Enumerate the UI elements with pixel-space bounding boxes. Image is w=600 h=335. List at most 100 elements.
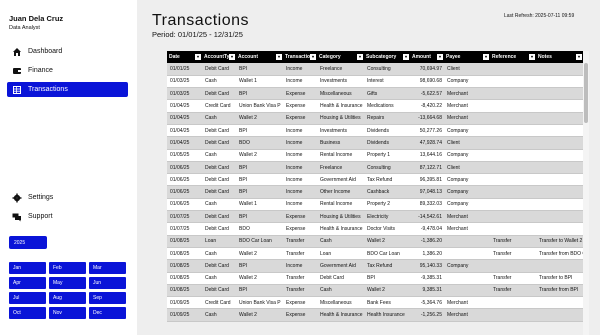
month-button-oct[interactable]: Oct [9,307,46,319]
table-cell [490,210,536,224]
month-button-aug[interactable]: Aug [49,292,86,304]
table-cell: Property 2 [364,198,410,212]
month-button-apr[interactable]: Apr [9,277,46,289]
table-row[interactable]: 01/04/25 Credit Card Union Bank Visa P Expe… [167,99,583,113]
table-cell: 01/06/25 [167,173,202,187]
table-row[interactable]: 01/04/25 Cash Wallet 2 Expense Housing & Uti… [167,112,583,125]
month-button-jan[interactable]: Jan [9,262,46,274]
app-window: Juan Dela Cruz Data Analyst Dashboard Fi… [0,0,600,335]
nav-item-dashboard[interactable]: Dashboard [7,44,128,59]
chat-icon [12,212,22,222]
table-cell: Expense [283,112,317,125]
filter-dropdown-icon[interactable]: ▾ [310,54,316,60]
column-header[interactable]: Amount ▾ [410,51,444,63]
month-button-mar[interactable]: Mar [89,262,126,274]
sidebar: Juan Dela Cruz Data Analyst Dashboard Fi… [0,0,137,335]
table-scrollbar[interactable] [583,51,589,335]
table-cell [490,99,536,113]
month-button-dec[interactable]: Dec [89,307,126,319]
table-cell: Merchant [444,99,490,113]
year-selector[interactable]: 2025 [9,236,47,249]
table-cell: Merchant [444,308,490,322]
table-cell: Debit Card [202,185,236,199]
table-row[interactable]: 01/09/25 Cash Wallet 2 Expense Health & Insu… [167,308,583,322]
table-body: 01/01/25 Debit Card BPI Income Freelance Cons… [167,63,583,322]
table-cell: 47,928.74 [410,136,444,150]
table-cell: Investments [317,124,364,138]
month-button-may[interactable]: May [49,277,86,289]
table-cell: 01/07/25 [167,222,202,236]
column-header[interactable]: Transaction ▾ [283,51,317,63]
month-button-jul[interactable]: Jul [9,292,46,304]
nav-item-finance[interactable]: Finance [7,63,128,78]
nav-item-transactions[interactable]: Transactions [7,82,128,97]
filter-dropdown-icon[interactable]: ▾ [276,54,282,60]
column-header[interactable]: Account ▾ [236,51,283,63]
table-row[interactable]: 01/03/25 Cash Wallet 1 Income Investments Int… [167,75,583,89]
table-row[interactable]: 01/06/25 Debit Card BPI Income Government Ai… [167,173,583,187]
table-cell [490,259,536,273]
table-cell: Wallet 1 [236,198,283,212]
table-row[interactable]: 01/08/25 Loan BDO Car Loan Transfer Cash Wall… [167,235,583,248]
table-cell [536,259,583,273]
filter-dropdown-icon[interactable]: ▾ [195,54,201,60]
table-row[interactable]: 01/03/25 Debit Card BPI Expense Miscellaneou… [167,87,583,101]
scrollbar-thumb[interactable] [584,63,588,123]
month-button-jun[interactable]: Jun [89,277,126,289]
table-cell: Health & Insurance [317,222,364,236]
table-row[interactable]: 01/09/25 Credit Card Union Bank Visa P Expe… [167,296,583,310]
table-cell: Cash [202,198,236,212]
column-header-label: Transaction [285,54,314,60]
table-cell: Transfer from BDO Car Loan [536,247,583,261]
column-header[interactable]: Subcategory ▾ [364,51,410,63]
table-cell: 9,385.31 [410,284,444,298]
column-header[interactable]: Category ▾ [317,51,364,63]
home-icon [12,47,22,57]
table-cell: Property 1 [364,149,410,162]
nav-item-settings[interactable]: Settings [7,190,128,205]
column-header[interactable]: Payee ▾ [444,51,490,63]
table-row[interactable]: 01/04/25 Debit Card BPI Income Investments Di… [167,124,583,138]
table-row[interactable]: 01/07/25 Debit Card BPI Expense Housing & Ut… [167,210,583,224]
filter-dropdown-icon[interactable]: ▾ [403,54,409,60]
table-cell: Loan [317,247,364,261]
table-cell: Merchant [444,222,490,236]
nav-label-transactions: Transactions [28,86,68,93]
month-button-feb[interactable]: Feb [49,262,86,274]
column-header[interactable]: Date ▾ [167,51,202,63]
table-row[interactable]: 01/06/25 Cash Wallet 1 Income Rental Income P… [167,198,583,212]
table-cell: Company [444,198,490,212]
table-cell: Income [283,259,317,273]
column-header[interactable]: Reference ▾ [490,51,536,63]
table-cell: Debit Card [202,284,236,298]
filter-dropdown-icon[interactable]: ▾ [483,54,489,60]
month-button-nov[interactable]: Nov [49,307,86,319]
table-row[interactable]: 01/05/25 Cash Wallet 2 Income Rental Income P… [167,149,583,162]
column-header[interactable]: Notes ▾ [536,51,583,63]
table-cell: Transfer [283,235,317,248]
filter-dropdown-icon[interactable]: ▾ [437,54,443,60]
filter-dropdown-icon[interactable]: ▾ [576,54,582,60]
table-cell: BDO [236,136,283,150]
filter-dropdown-icon[interactable]: ▾ [229,54,235,60]
table-row[interactable]: 01/08/25 Cash Wallet 2 Transfer Loan BDO Car … [167,247,583,261]
table-row[interactable]: 01/06/25 Debit Card BPI Income Other Income C… [167,185,583,199]
filter-dropdown-icon[interactable]: ▾ [357,54,363,60]
table-cell: Company [444,173,490,187]
table-cell [490,149,536,162]
nav-item-support[interactable]: Support [7,209,128,224]
filter-dropdown-icon[interactable]: ▾ [529,54,535,60]
table-cell [490,63,536,76]
table-cell: Client [444,161,490,175]
table-row[interactable]: 01/08/25 Debit Card BPI Income Government Ai… [167,259,583,273]
table-row[interactable]: 01/06/25 Debit Card BPI Income Freelance Cons… [167,161,583,175]
table-cell: 13,644.16 [410,149,444,162]
table-row[interactable]: 01/04/25 Debit Card BDO Income Business Divid… [167,136,583,150]
month-button-sep[interactable]: Sep [89,292,126,304]
table-cell: 01/04/25 [167,136,202,150]
column-header[interactable]: AccountType ▾ [202,51,236,63]
table-row[interactable]: 01/08/25 Cash Wallet 2 Transfer Debit Card BP… [167,272,583,285]
table-row[interactable]: 01/07/25 Debit Card BDO Expense Health & Ins… [167,222,583,236]
table-row[interactable]: 01/08/25 Debit Card BPI Transfer Cash Wallet … [167,284,583,298]
table-row[interactable]: 01/01/25 Debit Card BPI Income Freelance Cons… [167,63,583,76]
